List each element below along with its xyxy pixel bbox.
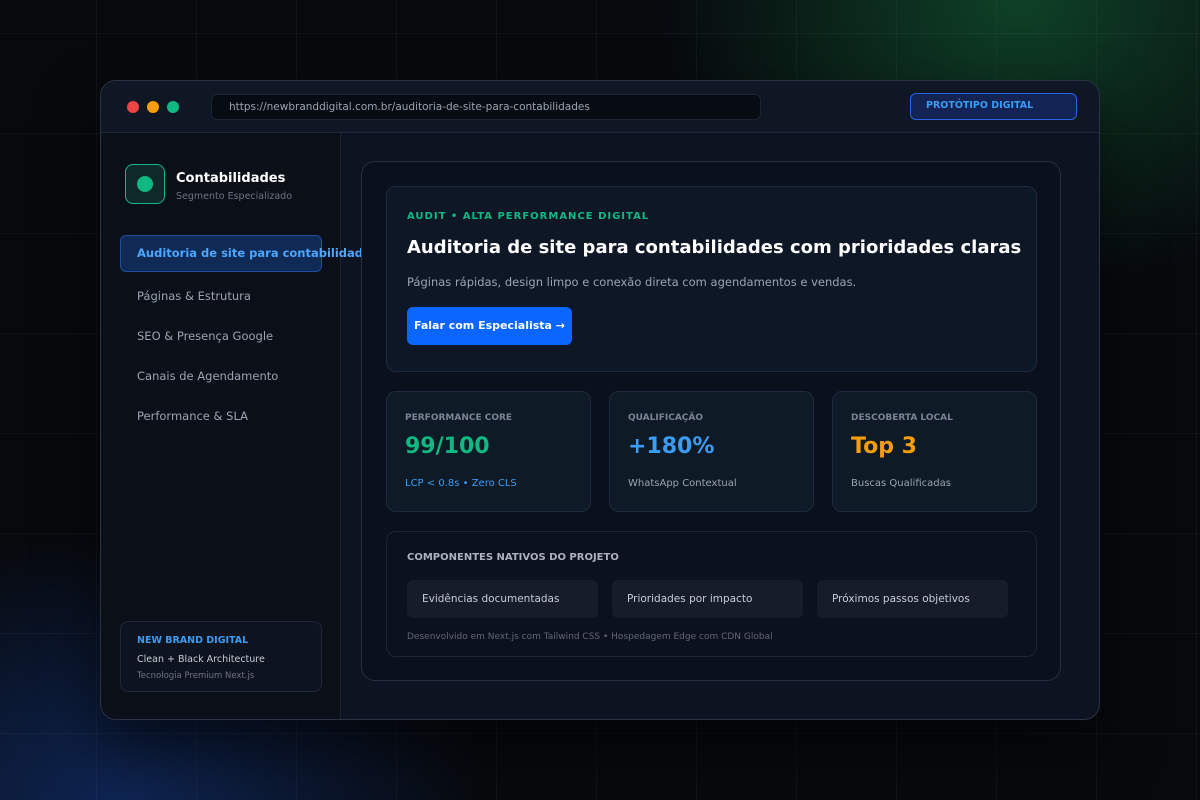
- sidebar-card-line2: Tecnologia Premium Next.js: [137, 671, 255, 681]
- sidebar-card-title: NEW BRAND DIGITAL: [137, 635, 249, 646]
- hero-panel: AUDIT • ALTA PERFORMANCE DIGITAL Auditor…: [386, 186, 1037, 372]
- brand-name: Contabilidades: [176, 171, 286, 186]
- hero-eyebrow: AUDIT • ALTA PERFORMANCE DIGITAL: [407, 211, 650, 222]
- metric-card-qualificacao: QUALIFICAÇÃO +180% WhatsApp Contextual: [609, 391, 814, 512]
- metric-label: QUALIFICAÇÃO: [628, 413, 704, 423]
- component-chip: Evidências documentadas: [407, 580, 598, 618]
- sidebar-item-seo[interactable]: SEO & Presença Google: [120, 318, 322, 355]
- components-footnote: Desenvolvido em Next.js com Tailwind CSS…: [407, 632, 773, 642]
- metric-value: 99/100: [405, 434, 490, 459]
- component-chip: Prioridades por impacto: [612, 580, 803, 618]
- metric-card-descoberta: DESCOBERTA LOCAL Top 3 Buscas Qualificad…: [832, 391, 1037, 512]
- sidebar-brand-card: NEW BRAND DIGITAL Clean + Black Architec…: [120, 621, 322, 692]
- maximize-window-dot[interactable]: [167, 101, 179, 113]
- sidebar-item-performance[interactable]: Performance & SLA: [120, 398, 322, 435]
- metric-label: PERFORMANCE CORE: [405, 413, 513, 423]
- minimize-window-dot[interactable]: [147, 101, 159, 113]
- browser-window: https://newbranddigital.com.br/auditoria…: [100, 80, 1100, 720]
- metric-value: +180%: [628, 434, 715, 459]
- browser-titlebar: https://newbranddigital.com.br/auditoria…: [101, 81, 1099, 133]
- components-panel: COMPONENTES NATIVOS DO PROJETO Evidência…: [386, 531, 1037, 657]
- sidebar-item-paginas[interactable]: Páginas & Estrutura: [120, 278, 322, 315]
- metric-sub: LCP < 0.8s • Zero CLS: [405, 478, 517, 489]
- hero-description: Páginas rápidas, design limpo e conexão …: [407, 275, 857, 289]
- sidebar-card-line1: Clean + Black Architecture: [137, 654, 265, 665]
- talk-to-specialist-button[interactable]: Falar com Especialista →: [407, 307, 572, 345]
- address-bar[interactable]: https://newbranddigital.com.br/auditoria…: [211, 94, 761, 120]
- metric-card-performance: PERFORMANCE CORE 99/100 LCP < 0.8s • Zer…: [386, 391, 591, 512]
- components-heading: COMPONENTES NATIVOS DO PROJETO: [407, 552, 619, 563]
- component-chip: Próximos passos objetivos: [817, 580, 1008, 618]
- sidebar-item-auditoria[interactable]: Auditoria de site para contabilidades: [120, 235, 378, 272]
- main-content-frame: AUDIT • ALTA PERFORMANCE DIGITAL Auditor…: [361, 161, 1061, 681]
- metric-label: DESCOBERTA LOCAL: [851, 413, 953, 423]
- sidebar: Contabilidades Segmento Especializado Au…: [101, 133, 378, 719]
- close-window-dot[interactable]: [127, 101, 139, 113]
- metric-value: Top 3: [851, 434, 917, 459]
- metric-sub: Buscas Qualificadas: [851, 478, 951, 489]
- brand-logo-icon: [125, 164, 165, 204]
- metric-sub: WhatsApp Contextual: [628, 478, 737, 489]
- sidebar-item-agendamento[interactable]: Canais de Agendamento: [120, 358, 322, 395]
- prototype-badge-button[interactable]: PROTÓTIPO DIGITAL: [910, 93, 1077, 120]
- brand-subtitle: Segmento Especializado: [176, 191, 293, 202]
- hero-title: Auditoria de site para contabilidades co…: [407, 237, 1022, 258]
